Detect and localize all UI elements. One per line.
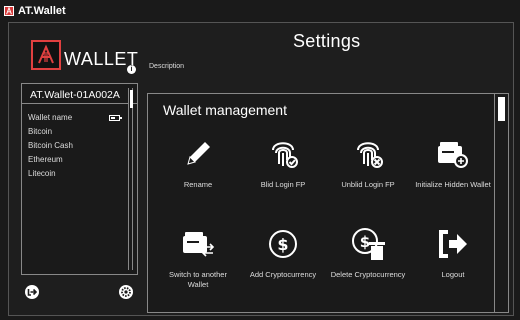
bind-login-fp-button[interactable]: Blid Login FP: [243, 136, 323, 190]
delete-cryptocurrency-label: Delete Cryptocurrency: [330, 270, 406, 279]
rename-button[interactable]: Rename: [158, 136, 238, 190]
dollar-trash-icon: $: [349, 226, 387, 267]
app-window: AT.Wallet WALLET i Description Settings …: [0, 0, 520, 320]
info-icon[interactable]: i: [127, 65, 136, 74]
fingerprint-icon: [265, 136, 301, 177]
sidebar-item-bitcoin-cash[interactable]: Bitcoin Cash: [28, 139, 126, 153]
panel-scrollbar[interactable]: [494, 94, 508, 312]
sidebar-item-label: Ethereum: [28, 155, 63, 164]
panel-scroll-thumb[interactable]: [498, 97, 505, 121]
add-cryptocurrency-label: Add Cryptocurrency: [249, 270, 317, 279]
bind-login-fp-label: Blid Login FP: [260, 180, 306, 189]
switch-wallet-label: Switch to another Wallet: [169, 270, 227, 289]
battery-icon: [109, 115, 122, 121]
sidebar-item-wallet-name[interactable]: Wallet name: [28, 111, 126, 125]
wallet-management-panel: Wallet management Rename Blid Login FP U…: [147, 93, 509, 313]
logout-label: Logout: [441, 270, 465, 279]
sidebar-item-label: Wallet name: [28, 113, 73, 122]
svg-text:$: $: [360, 233, 370, 251]
wallet-icon: [434, 137, 472, 176]
unbind-login-fp-button[interactable]: Unblid Login FP: [328, 136, 408, 190]
wallet-id: AT.Wallet-01A002A: [22, 84, 137, 104]
logout-icon: [435, 226, 471, 267]
wallet-sidebar: AT.Wallet-01A002A Wallet name Bitcoin Bi…: [21, 83, 138, 275]
app-logo-icon: [4, 6, 14, 16]
brand-mark-icon: [31, 39, 61, 70]
page-title: Settings: [293, 31, 361, 51]
wallet-switch-icon: [179, 227, 217, 266]
sidebar-item-label: Bitcoin Cash: [28, 141, 73, 150]
sidebar-scroll-thumb[interactable]: [130, 90, 133, 108]
svg-text:$: $: [277, 235, 288, 254]
sidebar-item-ethereum[interactable]: Ethereum: [28, 153, 126, 167]
panel-title: Wallet management: [163, 102, 287, 118]
title-bar: AT.Wallet: [0, 0, 520, 22]
add-cryptocurrency-button[interactable]: $ Add Cryptocurrency: [243, 226, 323, 280]
switch-wallet-button[interactable]: Switch to another Wallet: [158, 226, 238, 290]
exit-icon[interactable]: [25, 285, 39, 299]
sidebar-scrollbar[interactable]: [128, 88, 133, 270]
fingerprint-icon: [350, 136, 386, 177]
sidebar-item-litecoin[interactable]: Litecoin: [28, 167, 126, 181]
logout-button[interactable]: Logout: [413, 226, 493, 280]
initialize-hidden-wallet-label: Initialize Hidden Wallet: [415, 180, 491, 189]
sidebar-item-bitcoin[interactable]: Bitcoin: [28, 125, 126, 139]
sidebar-list-area: Wallet name Bitcoin Bitcoin Cash Ethereu…: [22, 104, 126, 274]
rename-label: Rename: [183, 180, 213, 189]
sidebar-item-label: Litecoin: [28, 169, 56, 178]
main-area: WALLET i Description Settings AT.Wallet-…: [8, 22, 514, 316]
description-label: Description: [149, 63, 185, 70]
delete-cryptocurrency-button[interactable]: $ Delete Cryptocurrency: [328, 226, 408, 280]
brand-logo: WALLET: [31, 39, 138, 70]
dollar-circle-icon: $: [266, 227, 300, 266]
unbind-login-fp-label: Unblid Login FP: [341, 180, 395, 189]
gear-icon[interactable]: [119, 285, 133, 299]
initialize-hidden-wallet-button[interactable]: Initialize Hidden Wallet: [413, 136, 493, 190]
window-title: AT.Wallet: [18, 5, 66, 17]
pencil-icon: [181, 137, 215, 176]
sidebar-item-label: Bitcoin: [28, 127, 53, 136]
